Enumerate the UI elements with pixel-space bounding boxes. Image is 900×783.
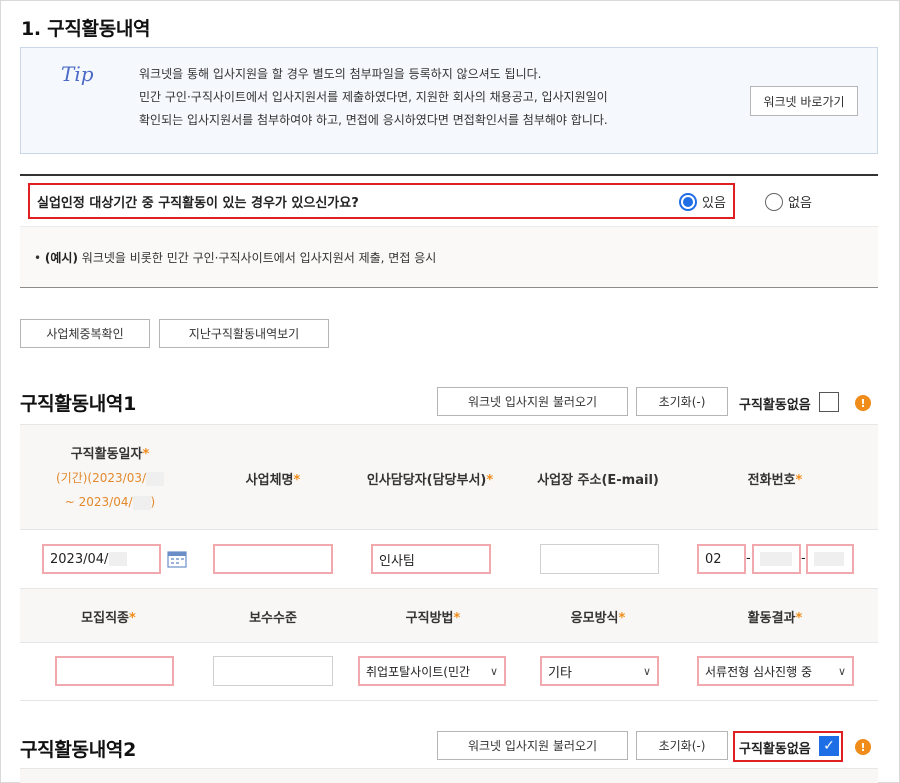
activity1-load-button[interactable]: 워크넷 입사지원 불러오기 [437, 387, 628, 416]
tip-box: Tip 워크넷을 통해 입사지원을 할 경우 별도의 첨부파일을 등록하지 않으… [20, 47, 878, 154]
header-salary: 보수수준 [249, 611, 297, 626]
tip-line-2: 민간 구인·구직사이트에서 입사지원서를 제출하였다면, 지원한 회사의 채용공… [139, 90, 608, 104]
radio-yes-circle[interactable] [679, 192, 697, 211]
activity2-reset-button[interactable]: 초기화(-) [636, 731, 728, 760]
activity1-bottom-border [20, 700, 878, 701]
header-job: 모집직종* [81, 611, 136, 626]
activity2-load-button[interactable]: 워크넷 입사지원 불러오기 [437, 731, 628, 760]
salary-input[interactable] [213, 656, 333, 686]
activity2-title: 구직활동내역2 [20, 739, 137, 761]
header-email: 사업장 주소(E-mail) [537, 473, 659, 488]
phone-area-input[interactable]: 02 [697, 544, 746, 574]
activity2-none-checkbox[interactable]: ✓ [819, 736, 839, 756]
chevron-down-icon: ∨ [642, 664, 651, 678]
activity1-none-label: 구직활동없음 [739, 398, 811, 413]
phone-separator-2: - [801, 551, 806, 566]
date-input[interactable]: 2023/04/ [42, 544, 161, 574]
activity1-none-checkbox[interactable] [819, 392, 839, 412]
header-manager: 인사담당자(담당부서)* [366, 473, 494, 488]
phone-middle-input[interactable] [752, 544, 801, 574]
past-history-button[interactable]: 지난구직활동내역보기 [159, 319, 329, 348]
header-method: 구직방법* [405, 611, 461, 626]
activity2-header-band [20, 768, 878, 783]
manager-input[interactable]: 인사팀 [371, 544, 491, 574]
radio-no-label: 없음 [788, 196, 812, 211]
example-text: • (예시) 워크넷을 비롯한 민간 구인·구직사이트에서 입사지원서 제출, … [34, 249, 436, 266]
activity1-title: 구직활동내역1 [20, 393, 137, 415]
activity2-none-label: 구직활동없음 [739, 742, 811, 757]
example-body: 워크넷을 비롯한 민간 구인·구직사이트에서 입사지원서 제출, 면접 응시 [77, 251, 437, 265]
chevron-down-icon: ∨ [837, 664, 846, 678]
tip-line-3: 확인되는 입사지원서를 첨부하여야 하고, 면접에 응시하였다면 면접확인서를 … [139, 113, 608, 127]
radio-yes-label: 있음 [702, 196, 726, 211]
period-line-2: ~ 2023/04/ [64, 495, 133, 509]
period-line-1: (기간)(2023/03/ [55, 471, 147, 485]
calendar-icon[interactable] [167, 550, 187, 568]
chevron-down-icon: ∨ [489, 664, 498, 678]
radio-yes[interactable]: 있음 [679, 192, 726, 211]
header-phone: 전화번호* [747, 473, 803, 488]
phone-separator-1: - [746, 551, 751, 566]
activity2-warning-icon[interactable]: ! [855, 739, 871, 755]
header-company: 사업체명* [245, 473, 301, 488]
radio-no[interactable]: 없음 [765, 192, 812, 211]
job-input[interactable] [55, 656, 174, 686]
company-input[interactable] [213, 544, 333, 574]
result-select[interactable]: 서류전형 심사진행 중 ∨ [697, 656, 854, 686]
question-text: 실업인정 대상기간 중 구직활동이 있는 경우가 있으신가요? [37, 196, 359, 211]
header-result: 활동결과* [747, 611, 803, 626]
example-prefix: (예시) [44, 251, 78, 265]
activity1-warning-icon[interactable]: ! [855, 395, 871, 411]
method-select[interactable]: 취업포탈사이트(민간 ∨ [358, 656, 506, 686]
tip-line-1: 워크넷을 통해 입사지원을 할 경우 별도의 첨부파일을 등록하지 않으셔도 됩… [139, 67, 542, 81]
header-date: 구직활동일자* [70, 447, 150, 462]
tip-logo: Tip [61, 62, 94, 86]
phone-last-input[interactable] [806, 544, 854, 574]
worknet-link-button[interactable]: 워크넷 바로가기 [750, 86, 858, 116]
header-apply: 응모방식* [570, 611, 626, 626]
example-bullet: • [34, 251, 45, 265]
header-period: (기간)(2023/03/ ~ 2023/04/) [40, 466, 180, 514]
section-title: 1. 구직활동내역 [21, 18, 151, 40]
email-input[interactable] [540, 544, 659, 574]
duplicate-check-button[interactable]: 사업체중복확인 [20, 319, 150, 348]
apply-select[interactable]: 기타 ∨ [540, 656, 659, 686]
activity1-reset-button[interactable]: 초기화(-) [636, 387, 728, 416]
radio-no-circle[interactable] [765, 192, 783, 211]
